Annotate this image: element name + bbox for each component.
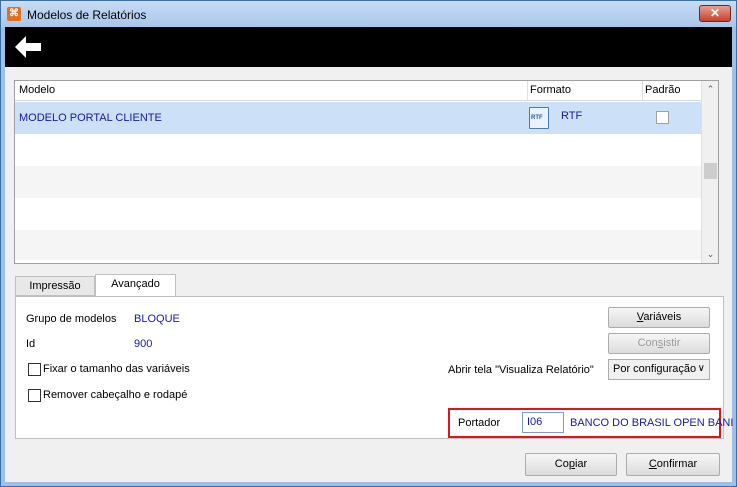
portador-label: Portador <box>458 417 501 429</box>
report-models-window: ⌘ Modelos de Relatórios ✕ Modelo Formato… <box>0 0 737 487</box>
tab-impressao[interactable]: Impressão <box>15 276 95 296</box>
column-separator[interactable] <box>642 81 643 101</box>
portador-input[interactable]: I06 <box>522 412 564 433</box>
consistir-label-start: Con <box>637 337 658 349</box>
column-header-formato[interactable]: Formato <box>530 84 571 96</box>
remover-checkbox[interactable] <box>28 389 41 402</box>
app-icon: ⌘ <box>7 7 21 21</box>
scroll-down-icon[interactable]: ⌄ <box>702 246 719 263</box>
title-bar: ⌘ Modelos de Relatórios ✕ <box>1 1 736 27</box>
consistir-label-end: istir <box>663 337 681 349</box>
variaveis-button[interactable]: Variáveis <box>608 307 710 328</box>
grid-header: Modelo Formato Padrão <box>15 81 701 101</box>
fixar-checkbox[interactable] <box>28 363 41 376</box>
abrir-select[interactable]: Por configuração ∨ <box>608 359 710 380</box>
confirmar-label: onfirmar <box>656 458 698 470</box>
close-button[interactable]: ✕ <box>699 5 731 22</box>
window-title: Modelos de Relatórios <box>27 8 147 22</box>
remover-label[interactable]: Remover cabeçalho e rodapé <box>43 389 187 401</box>
row-modelo: MODELO PORTAL CLIENTE <box>19 112 162 124</box>
row-formato: RTF <box>561 110 583 122</box>
back-arrow-icon[interactable] <box>13 34 43 60</box>
id-value: 900 <box>134 338 153 350</box>
portador-name: BANCO DO BRASIL OPEN BANI <box>570 417 734 429</box>
client-area: Modelo Formato Padrão MODELO PORTAL CLIE… <box>5 27 733 482</box>
rtf-file-icon: RTF <box>529 107 549 129</box>
portador-highlight: Portador I06 BANCO DO BRASIL OPEN BANI <box>448 408 733 438</box>
id-label: Id <box>26 338 36 350</box>
copiar-label-end: iar <box>574 458 588 470</box>
grupo-label: Grupo de modelos <box>26 313 117 325</box>
empty-row <box>15 134 701 166</box>
empty-row <box>15 230 701 260</box>
grupo-value: BLOQUE <box>134 313 180 325</box>
confirmar-mnemonic: C <box>648 458 657 470</box>
models-grid: Modelo Formato Padrão MODELO PORTAL CLIE… <box>14 80 719 264</box>
abrir-select-value: Por configuração <box>613 363 697 375</box>
tab-avancado[interactable]: Avançado <box>95 274 176 297</box>
vertical-scrollbar[interactable]: ⌃ ⌄ <box>701 81 718 263</box>
column-header-modelo[interactable]: Modelo <box>19 84 55 96</box>
empty-row <box>15 166 701 198</box>
consistir-button[interactable]: Consistir <box>608 333 710 354</box>
fixar-label[interactable]: Fixar o tamanho das variáveis <box>43 363 190 375</box>
scroll-up-icon[interactable]: ⌃ <box>702 81 719 98</box>
copiar-button[interactable]: Copiar <box>525 453 617 476</box>
toolbar <box>5 27 732 67</box>
column-header-padrao[interactable]: Padrão <box>645 84 680 96</box>
scroll-thumb[interactable] <box>704 163 717 179</box>
rtf-icon-label: RTF <box>531 115 543 121</box>
advanced-panel: Grupo de modelos BLOQUE Id 900 Fixar o t… <box>15 296 733 439</box>
padrao-checkbox[interactable] <box>656 111 669 124</box>
confirmar-button[interactable]: Confirmar <box>626 453 720 476</box>
variaveis-label: ariáveis <box>643 311 682 323</box>
chevron-down-icon: ∨ <box>697 363 705 374</box>
empty-row <box>15 198 701 230</box>
column-separator[interactable] <box>527 81 528 101</box>
copiar-label-start: Co <box>554 458 569 470</box>
table-row[interactable]: MODELO PORTAL CLIENTE RTF RTF <box>15 102 701 134</box>
abrir-label: Abrir tela "Visualiza Relatório" <box>448 364 594 376</box>
